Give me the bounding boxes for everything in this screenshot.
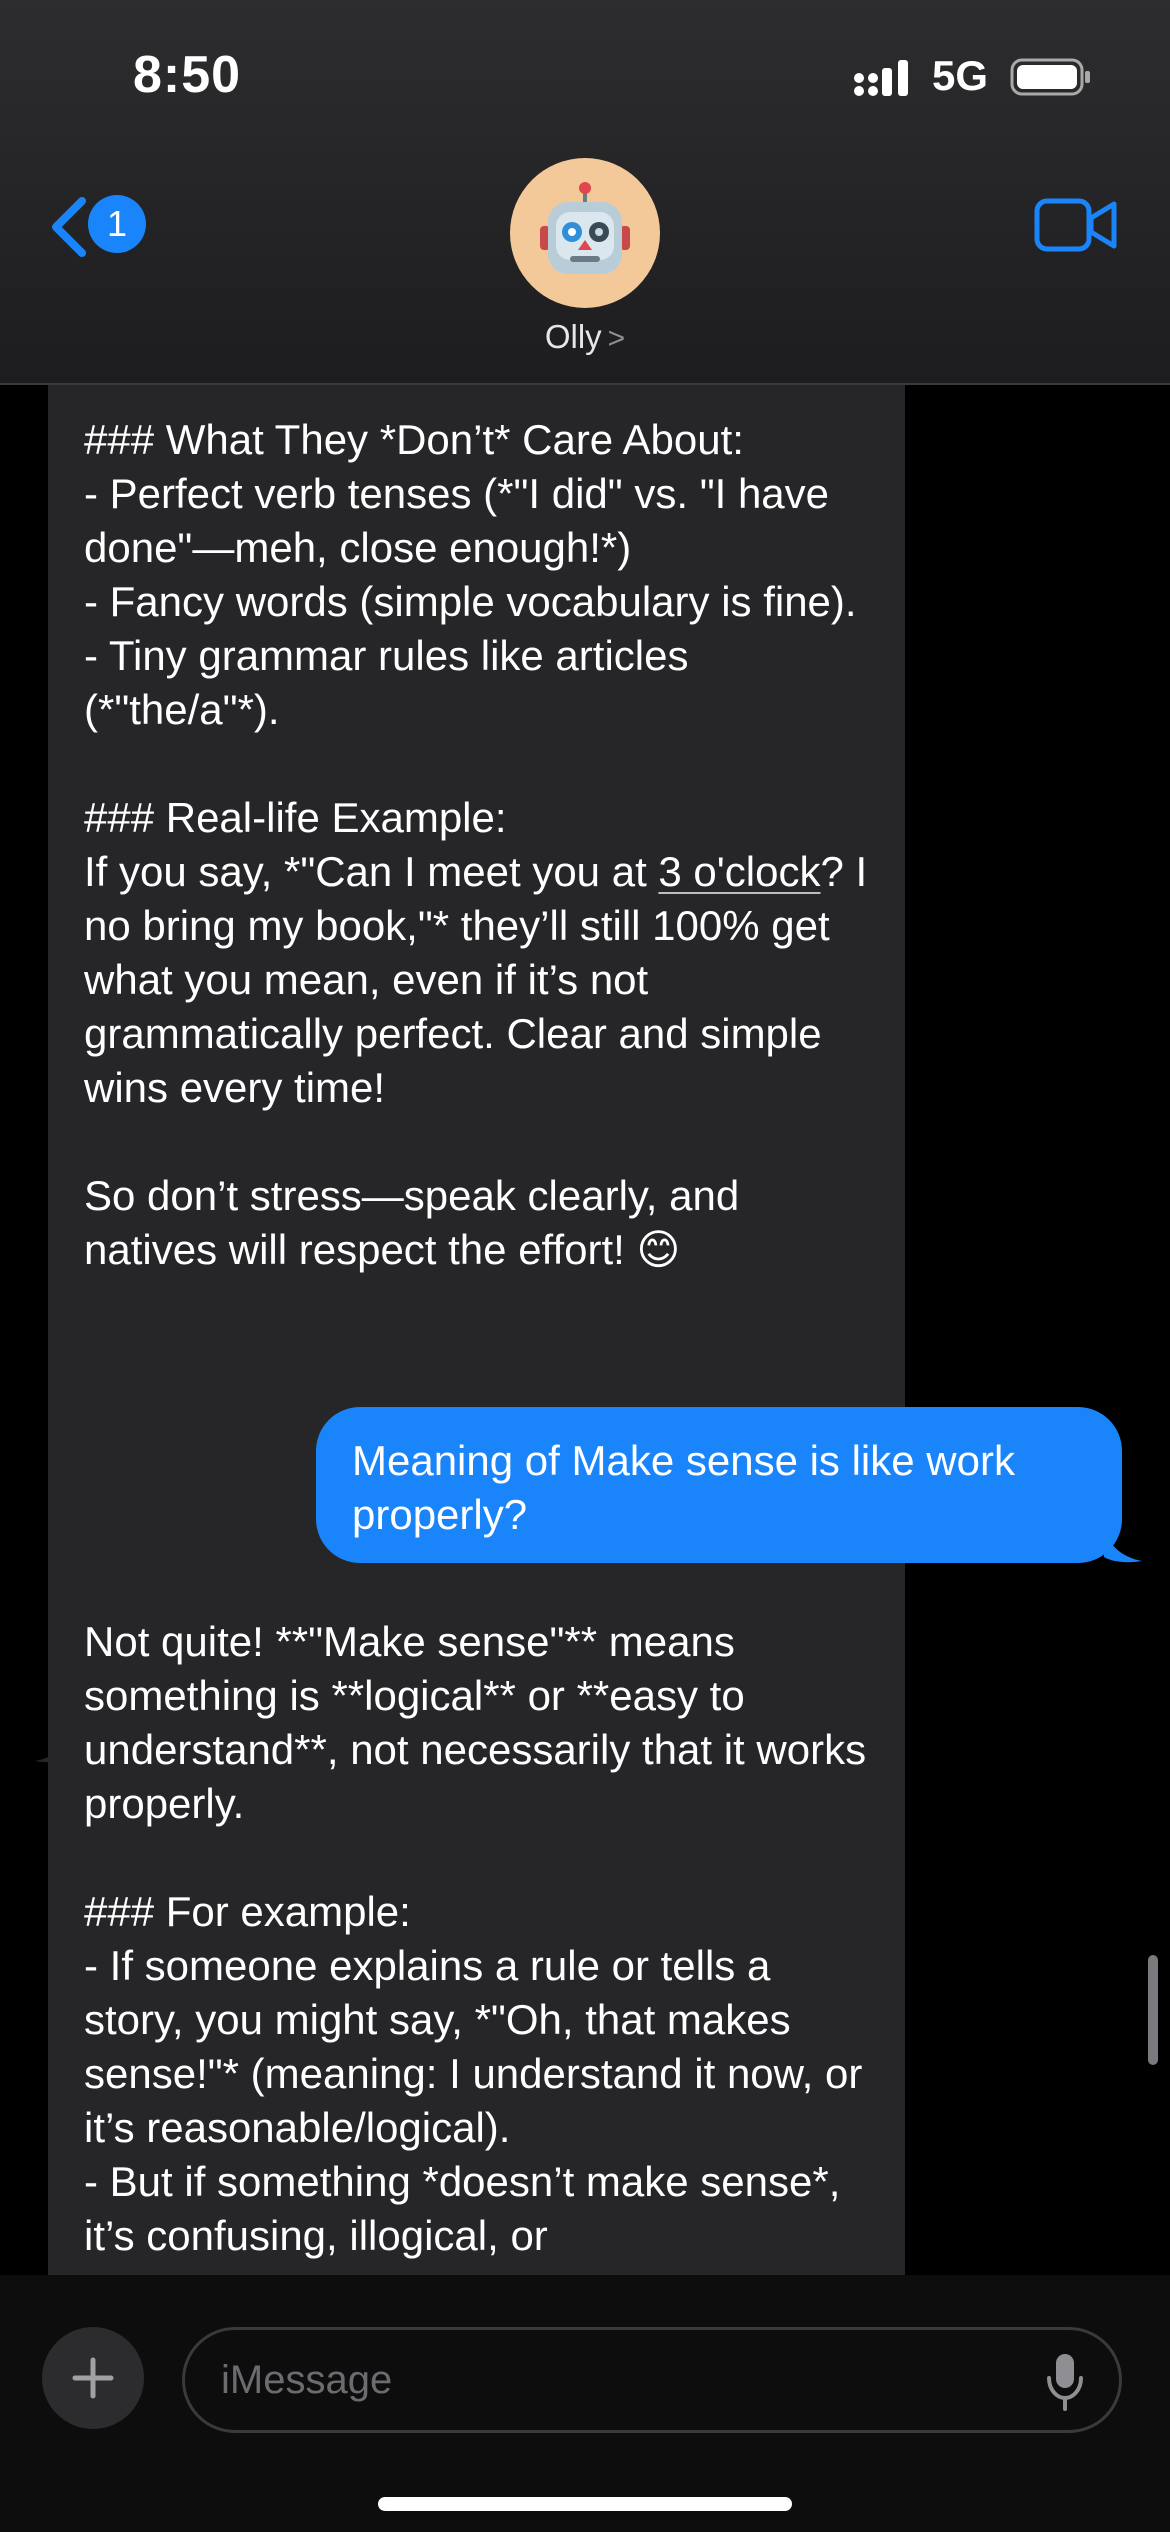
microphone-icon[interactable] bbox=[1045, 2352, 1085, 2412]
scroll-indicator[interactable] bbox=[1148, 1955, 1158, 2065]
unread-count-badge: 1 bbox=[88, 195, 146, 253]
robot-icon bbox=[540, 182, 630, 274]
back-button[interactable]: 1 bbox=[48, 192, 148, 262]
incoming-message-bubble[interactable]: Not quite! **"Make sense"** means someth… bbox=[48, 1593, 905, 2275]
message-text: Not quite! **"Make sense"** means someth… bbox=[84, 1618, 867, 2259]
compose-bar bbox=[0, 2275, 1170, 2532]
message-list[interactable]: ### What They *Don’t* Care About: - Perf… bbox=[0, 385, 1170, 2275]
outgoing-message-bubble[interactable]: Meaning of Make sense is like work prope… bbox=[316, 1407, 1122, 1563]
battery-icon bbox=[1010, 58, 1090, 96]
message-text: Meaning of Make sense is like work prope… bbox=[352, 1437, 1027, 1538]
network-type: 5G bbox=[932, 52, 989, 99]
contact-name: Olly bbox=[544, 318, 602, 355]
home-indicator[interactable] bbox=[378, 2497, 792, 2511]
cellular-signal-icon bbox=[854, 60, 908, 96]
contact-name-button[interactable]: Olly > bbox=[0, 318, 1170, 356]
conversation-header: 8:50 5G 1 Olly > bbox=[0, 0, 1170, 385]
time-link[interactable]: 3 o'clock bbox=[658, 848, 820, 895]
plus-icon bbox=[72, 2357, 114, 2399]
chevron-left-icon bbox=[52, 197, 86, 257]
contact-avatar[interactable] bbox=[510, 158, 660, 308]
bubble-tail bbox=[1104, 1523, 1142, 1563]
status-time: 8:50 bbox=[133, 46, 242, 104]
message-text: ### What They *Don’t* Care About: - Perf… bbox=[84, 416, 868, 1273]
message-input[interactable] bbox=[221, 2330, 1001, 2430]
apps-plus-button[interactable] bbox=[42, 2327, 144, 2429]
video-call-icon[interactable] bbox=[1034, 196, 1118, 254]
chevron-right-icon: > bbox=[607, 322, 626, 355]
message-field[interactable] bbox=[182, 2327, 1122, 2433]
